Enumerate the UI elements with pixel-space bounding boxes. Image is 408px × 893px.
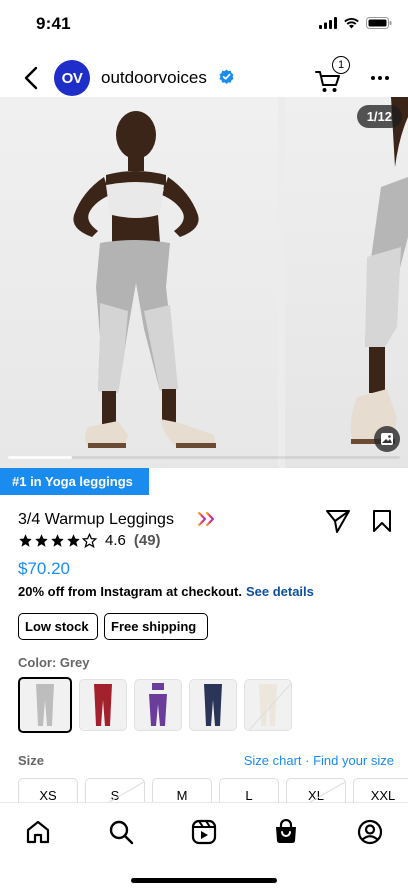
star-filled-icon <box>35 534 48 547</box>
size-chart-links[interactable]: Size chart · Find your size <box>244 753 394 768</box>
profile-icon <box>357 819 383 845</box>
rating-value: 4.6 <box>105 532 126 549</box>
model-figure-image <box>73 111 216 448</box>
leggings-thumbnail <box>259 684 277 726</box>
star-outline-icon <box>82 533 97 548</box>
promo-text: 20% off from Instagram at checkout. <box>18 584 242 599</box>
search-icon <box>109 820 134 845</box>
back-button[interactable] <box>18 64 44 92</box>
promo-banner: 20% off from Instagram at checkout. See d… <box>18 584 314 599</box>
swatch-grey[interactable] <box>18 677 72 733</box>
product-image-carousel[interactable]: 1/12 <box>0 97 408 468</box>
star-filled-icon <box>19 534 32 547</box>
rating-stars <box>18 533 97 548</box>
leggings-thumbnail <box>94 684 112 726</box>
status-time: 9:41 <box>36 14 71 33</box>
leggings-thumbnail <box>36 684 54 726</box>
chevron-left-icon <box>24 66 38 90</box>
leggings-thumbnail <box>149 683 167 726</box>
swatch-cream-unavailable[interactable] <box>244 679 292 731</box>
color-label: Color: Grey <box>18 655 90 670</box>
tab-profile[interactable] <box>356 818 384 846</box>
free-shipping-tag: Free shipping <box>104 613 208 640</box>
review-count[interactable]: (49) <box>134 532 161 549</box>
swatch-purple[interactable] <box>134 679 182 731</box>
product-title: 3/4 Warmup Leggings <box>18 511 174 528</box>
low-stock-tag: Low stock <box>18 613 98 640</box>
product-rating[interactable]: 4.6 (49) <box>18 532 161 549</box>
brand-name[interactable]: outdoorvoices <box>101 68 207 88</box>
shopping-bag-icon <box>276 819 296 844</box>
color-swatches <box>18 677 292 733</box>
size-label: Size <box>18 753 45 768</box>
verified-badge-icon <box>219 69 234 84</box>
status-icons <box>319 17 392 29</box>
tab-home[interactable] <box>24 818 52 846</box>
signal-icon <box>319 17 337 29</box>
share-button[interactable] <box>325 508 351 534</box>
star-filled-icon <box>67 534 80 547</box>
shop-header: OV outdoorvoices 1 <box>0 56 408 100</box>
see-details-link[interactable]: See details <box>246 584 314 599</box>
more-options-button[interactable] <box>368 66 392 90</box>
reels-icon <box>191 819 217 845</box>
gallery-button[interactable] <box>374 426 400 452</box>
cart-count-badge: 1 <box>332 56 350 74</box>
save-button[interactable] <box>371 509 393 533</box>
image-icon <box>381 433 393 445</box>
send-icon <box>326 510 350 533</box>
leggings-thumbnail <box>204 684 222 726</box>
tab-shop[interactable] <box>272 818 300 846</box>
carousel-progress-indicator <box>8 456 72 459</box>
wifi-icon <box>344 17 359 29</box>
product-image-main[interactable] <box>0 97 278 468</box>
status-bar: 9:41 <box>0 0 408 48</box>
product-image-next[interactable] <box>285 97 408 468</box>
rank-badge[interactable]: #1 in Yoga leggings <box>0 468 149 495</box>
swatch-navy[interactable] <box>189 679 237 731</box>
tab-search[interactable] <box>107 818 135 846</box>
image-page-counter: 1/12 <box>356 105 402 128</box>
star-filled-icon <box>51 534 64 547</box>
bookmark-icon <box>373 510 391 532</box>
product-price: $70.20 <box>18 559 70 578</box>
tab-reels[interactable] <box>190 818 218 846</box>
swatch-red[interactable] <box>79 679 127 731</box>
more-horizontal-icon <box>371 76 389 80</box>
battery-icon <box>366 17 392 29</box>
home-icon <box>26 820 50 844</box>
double-chevron-right-icon[interactable] <box>197 511 217 527</box>
model-figure-image <box>350 97 408 444</box>
cart-button[interactable]: 1 <box>314 56 350 96</box>
home-indicator <box>131 878 277 883</box>
brand-avatar[interactable]: OV <box>54 60 90 96</box>
